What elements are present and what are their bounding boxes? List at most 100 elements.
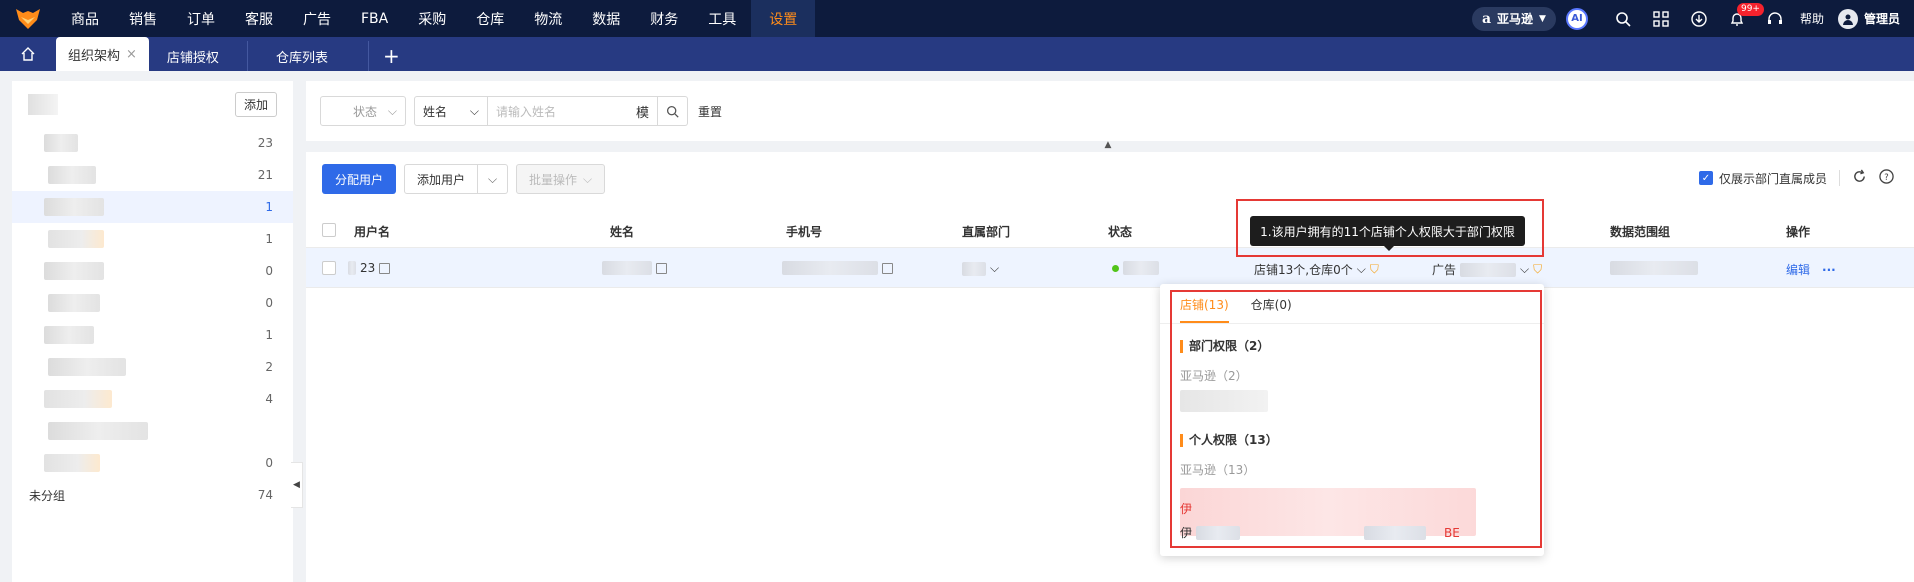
edit-link[interactable]: 编辑: [1786, 261, 1810, 278]
department-item[interactable]: 1: [12, 191, 293, 223]
ai-assistant-button[interactable]: AI: [1565, 7, 1588, 30]
warning-shield-icon[interactable]: ⛉: [1533, 262, 1542, 277]
app-logo[interactable]: [0, 0, 56, 37]
column-header-department[interactable]: 直属部门: [962, 223, 1010, 240]
popover-tab-warehouse[interactable]: 仓库(0): [1251, 296, 1292, 323]
nav-item-8[interactable]: 物流: [519, 0, 577, 37]
popover-tab-store[interactable]: 店铺(13): [1180, 296, 1229, 323]
cell-permissions[interactable]: 店铺13个,仓库0个 ⌵ ⛉: [1254, 261, 1379, 278]
close-icon[interactable]: ×: [126, 47, 137, 62]
search-button[interactable]: [658, 96, 688, 126]
department-item[interactable]: 1: [12, 319, 293, 351]
department-item[interactable]: 21: [12, 159, 293, 191]
home-tab[interactable]: [0, 37, 56, 71]
bell-icon[interactable]: 99+: [1726, 2, 1764, 30]
marketplace-switcher[interactable]: a 亚马逊 ▼: [1471, 6, 1556, 31]
chevron-down-icon: ⌵: [583, 171, 593, 186]
tab-warehouse-list[interactable]: 仓库列表: [248, 41, 369, 71]
search-input[interactable]: 请输入姓名 模: [488, 96, 658, 126]
warning-shield-icon[interactable]: ⛉: [1370, 262, 1379, 277]
column-header-data-scope[interactable]: 数据范围组: [1610, 223, 1670, 240]
nav-item-0[interactable]: 商品: [56, 0, 114, 37]
copy-icon[interactable]: [882, 262, 893, 274]
nav-item-9[interactable]: 数据: [577, 0, 635, 37]
redacted-department-name: [48, 294, 100, 312]
nav-item-2[interactable]: 订单: [172, 0, 230, 37]
department-item[interactable]: [12, 415, 293, 447]
department-item-ungrouped[interactable]: 未分组 74: [12, 479, 293, 511]
select-all-checkbox[interactable]: [322, 223, 336, 237]
nav-item-10[interactable]: 财务: [635, 0, 693, 37]
cell-department[interactable]: ⌵: [962, 261, 999, 276]
department-panel-header: 部 添加: [12, 81, 293, 127]
assign-user-button[interactable]: 分配用户: [322, 164, 397, 194]
nav-item-3[interactable]: 客服: [230, 0, 288, 37]
grid-apps-icon[interactable]: [1650, 8, 1672, 30]
help-link[interactable]: 帮助: [1800, 10, 1824, 27]
search-field-label: 姓名: [423, 104, 448, 119]
search-mode-toggle[interactable]: 模: [636, 102, 649, 121]
batch-ops-label: 批量操作: [529, 172, 578, 187]
department-item[interactable]: 0: [12, 255, 293, 287]
add-department-button[interactable]: 添加: [234, 91, 277, 117]
collapse-panel-toggle[interactable]: ◀: [291, 462, 303, 508]
marketplace-label: 亚马逊: [1497, 12, 1534, 26]
redacted-text: [962, 261, 986, 276]
headset-icon[interactable]: [1764, 8, 1786, 30]
caret-down-icon: ▼: [1539, 13, 1546, 24]
add-tab-button[interactable]: +: [369, 41, 414, 71]
column-header-name[interactable]: 姓名: [610, 223, 634, 240]
svg-text:?: ?: [1884, 172, 1888, 182]
status-select[interactable]: 状态 ⌵: [320, 96, 406, 126]
nav-item-11[interactable]: 工具: [693, 0, 751, 37]
store-item-suffix: BE: [1444, 525, 1460, 540]
search-field-select[interactable]: 姓名 ⌵: [414, 96, 488, 126]
reset-button[interactable]: 重置: [698, 103, 722, 120]
user-menu[interactable]: 管理员: [1837, 8, 1900, 29]
filter-bar: 状态 ⌵ 姓名 ⌵ 请输入姓名 模 重置: [306, 81, 1914, 141]
add-user-button[interactable]: 添加用户: [404, 164, 479, 194]
cell-data-scope: [1610, 261, 1698, 275]
table-row[interactable]: 23 ⌵ 店铺13个,仓库0个 ⌵ ⛉ 广告 ⌵ ⛉ 编辑 ···: [306, 248, 1914, 288]
more-actions-icon[interactable]: ···: [1822, 263, 1836, 277]
tab-org-structure[interactable]: 组织架构 ×: [56, 37, 149, 71]
nav-item-6[interactable]: 采购: [403, 0, 461, 37]
row-checkbox[interactable]: [322, 261, 336, 275]
user-list-panel: 分配用户 添加用户 ⌵ 批量操作 ⌵ ✓ 仅展示部门直属成员 ? 用户名 姓名 …: [306, 152, 1914, 582]
tab-store-auth[interactable]: 店铺授权: [149, 41, 248, 71]
department-item[interactable]: 0: [12, 447, 293, 479]
refresh-icon[interactable]: [1852, 169, 1867, 187]
nav-item-1[interactable]: 销售: [114, 0, 172, 37]
department-item[interactable]: 2: [12, 351, 293, 383]
nav-item-7[interactable]: 仓库: [461, 0, 519, 37]
help-circle-icon[interactable]: ?: [1879, 169, 1894, 187]
nav-item-4[interactable]: 广告: [288, 0, 346, 37]
copy-icon[interactable]: [656, 262, 667, 274]
download-icon[interactable]: [1688, 8, 1710, 30]
department-item[interactable]: 4: [12, 383, 293, 415]
copy-icon[interactable]: [379, 262, 391, 274]
chevron-down-icon: ⌵: [469, 103, 479, 118]
collapse-filter-arrow-icon[interactable]: ▲: [1098, 140, 1118, 150]
top-navigation: 商品 销售 订单 客服 广告 FBA 采购 仓库 物流 数据 财务 工具 设置 a 亚马逊 ▼ AI 9…: [0, 0, 1914, 37]
department-panel-title: 部: [28, 93, 58, 115]
checkbox-checked[interactable]: ✓: [1698, 171, 1713, 185]
nav-item-5[interactable]: FBA: [346, 0, 403, 37]
cell-username: 23: [348, 261, 391, 275]
column-header-phone[interactable]: 手机号: [786, 223, 822, 240]
home-icon: [21, 47, 35, 61]
user-avatar-icon: [1837, 8, 1858, 29]
department-item[interactable]: 0: [12, 287, 293, 319]
only-direct-members-toggle[interactable]: ✓ 仅展示部门直属成员: [1698, 170, 1827, 187]
batch-ops-button[interactable]: 批量操作 ⌵: [516, 164, 606, 194]
department-item[interactable]: 1: [12, 223, 293, 255]
cell-ad-permissions[interactable]: 广告 ⌵ ⛉: [1432, 261, 1542, 278]
search-icon[interactable]: [1612, 8, 1634, 30]
column-header-status[interactable]: 状态: [1108, 223, 1132, 240]
column-header-username[interactable]: 用户名: [354, 223, 390, 240]
nav-item-12[interactable]: 设置: [751, 0, 816, 37]
department-item[interactable]: 23: [12, 127, 293, 159]
search-placeholder: 请输入姓名: [496, 104, 557, 119]
add-user-dropdown-toggle[interactable]: ⌵: [478, 164, 509, 194]
redacted-department-name: [44, 134, 78, 152]
